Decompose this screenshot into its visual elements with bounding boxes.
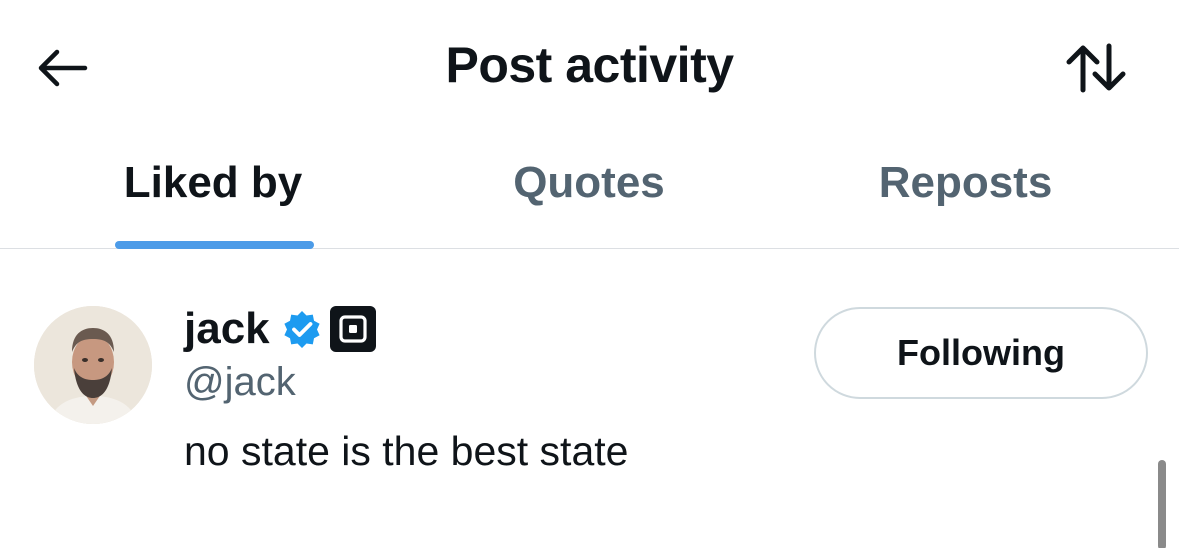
tab-bar: Liked by Quotes Reposts xyxy=(0,135,1179,249)
square-logo-icon[interactable] xyxy=(329,306,376,352)
tab-liked-by[interactable]: Liked by xyxy=(0,135,426,249)
avatar-image xyxy=(34,306,152,424)
sort-arrows-icon xyxy=(1066,43,1126,93)
avatar[interactable] xyxy=(34,306,152,424)
following-button[interactable]: Following xyxy=(814,307,1148,399)
tab-quotes-label: Quotes xyxy=(513,158,665,207)
user-bio: no state is the best state xyxy=(184,428,629,474)
tab-reposts[interactable]: Reposts xyxy=(752,135,1179,248)
sort-button[interactable] xyxy=(1056,38,1136,98)
post-activity-screen: Post activity Liked by Quotes Reposts ja… xyxy=(0,0,1179,548)
name-line: jack xyxy=(184,302,376,356)
tab-reposts-label: Reposts xyxy=(878,158,1053,207)
active-tab-indicator xyxy=(115,241,314,249)
tab-quotes[interactable]: Quotes xyxy=(426,135,752,248)
tab-liked-by-label: Liked by xyxy=(123,158,303,207)
page-title: Post activity xyxy=(445,37,734,93)
display-name[interactable]: jack xyxy=(184,304,270,354)
scrollbar[interactable] xyxy=(1158,460,1166,548)
verified-badge-icon xyxy=(282,309,322,349)
header: Post activity xyxy=(0,0,1179,135)
user-list-item[interactable]: jack @jack no state is the best state Fo… xyxy=(0,250,1179,548)
user-handle[interactable]: @jack xyxy=(184,360,296,405)
